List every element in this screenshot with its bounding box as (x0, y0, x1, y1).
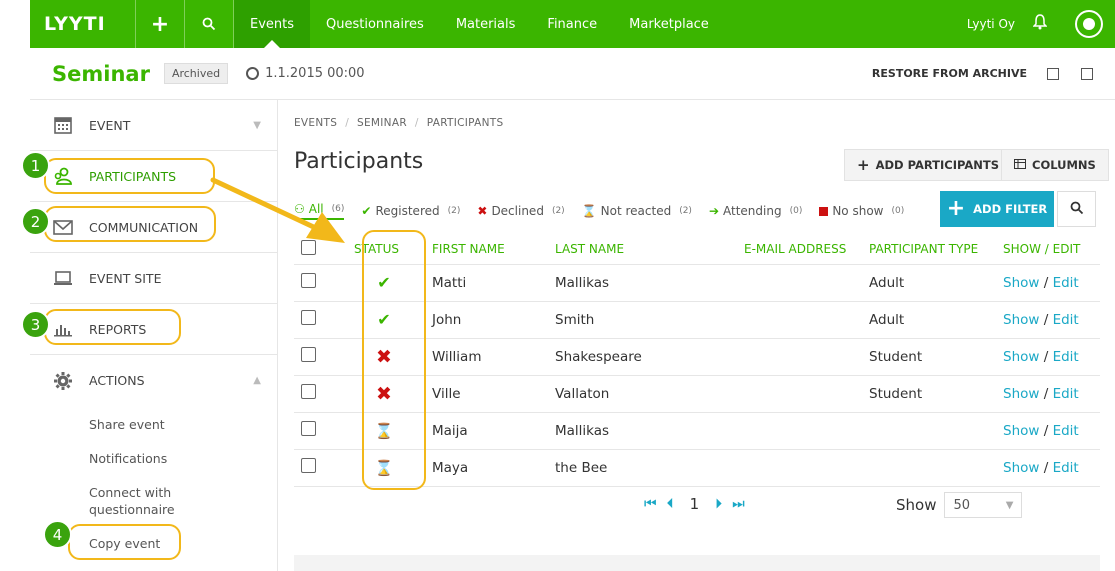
arrow-annotation (210, 177, 345, 243)
app-root: LYYTI + Events Questionnaires Materials … (0, 0, 1115, 571)
